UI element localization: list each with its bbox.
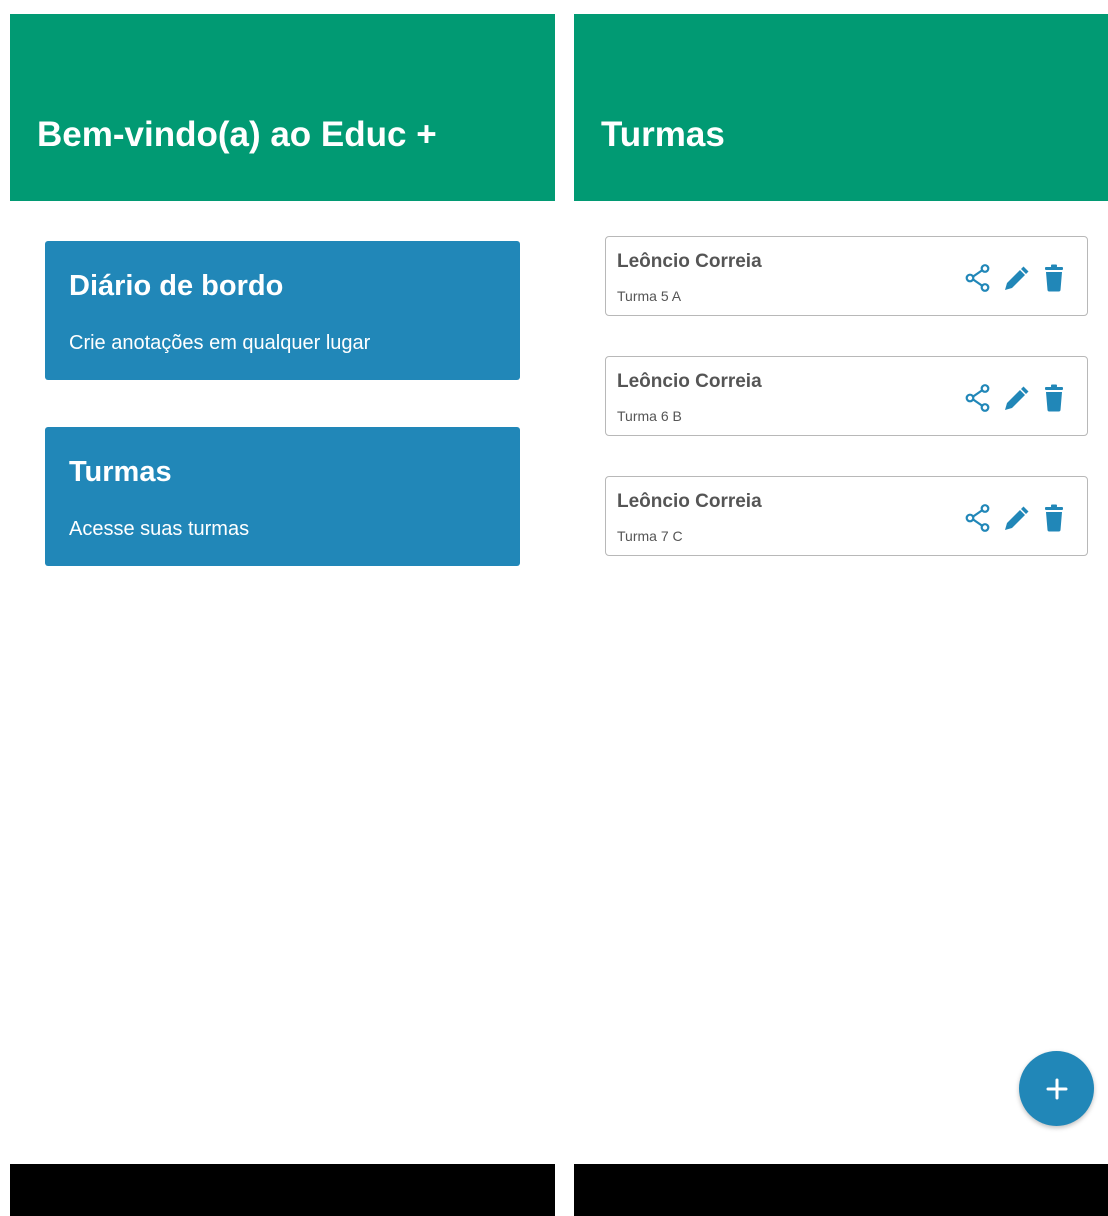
card-title: Diário de bordo [69, 270, 284, 302]
add-class-button[interactable] [1019, 1051, 1094, 1126]
card-subtitle: Acesse suas turmas [69, 518, 250, 540]
home-screen: Bem-vindo(a) ao Educ + Diário de bordo C… [10, 14, 555, 1216]
card-actions [965, 504, 1067, 532]
class-name: Turma 5 A [617, 288, 682, 304]
delete-icon[interactable] [1041, 264, 1067, 292]
class-card[interactable]: Leôncio Correia Turma 5 A [605, 236, 1088, 316]
classes-screen: Turmas Leôncio Correia Turma 5 A Leôncio… [574, 14, 1108, 1216]
diario-de-bordo-card[interactable]: Diário de bordo Crie anotações em qualqu… [45, 241, 520, 380]
class-card[interactable]: Leôncio Correia Turma 6 B [605, 356, 1088, 436]
system-navigation-bar [10, 1164, 555, 1216]
class-name: Turma 7 C [617, 528, 683, 544]
classes-header: Turmas [574, 14, 1108, 201]
teacher-name: Leôncio Correia [617, 371, 762, 392]
page-title: Turmas [601, 115, 725, 154]
card-title: Turmas [69, 456, 172, 488]
share-icon[interactable] [965, 264, 991, 292]
class-card[interactable]: Leôncio Correia Turma 7 C [605, 476, 1088, 556]
teacher-name: Leôncio Correia [617, 251, 762, 272]
page-title: Bem-vindo(a) ao Educ + [37, 115, 437, 154]
edit-icon[interactable] [1003, 384, 1029, 412]
card-actions [965, 264, 1067, 292]
system-navigation-bar [574, 1164, 1108, 1216]
delete-icon[interactable] [1041, 384, 1067, 412]
delete-icon[interactable] [1041, 504, 1067, 532]
card-subtitle: Crie anotações em qualquer lugar [69, 332, 371, 354]
share-icon[interactable] [965, 384, 991, 412]
plus-icon [1046, 1078, 1067, 1099]
share-icon[interactable] [965, 504, 991, 532]
edit-icon[interactable] [1003, 504, 1029, 532]
edit-icon[interactable] [1003, 264, 1029, 292]
class-name: Turma 6 B [617, 408, 682, 424]
turmas-card[interactable]: Turmas Acesse suas turmas [45, 427, 520, 566]
teacher-name: Leôncio Correia [617, 491, 762, 512]
home-header: Bem-vindo(a) ao Educ + [10, 14, 555, 201]
card-actions [965, 384, 1067, 412]
